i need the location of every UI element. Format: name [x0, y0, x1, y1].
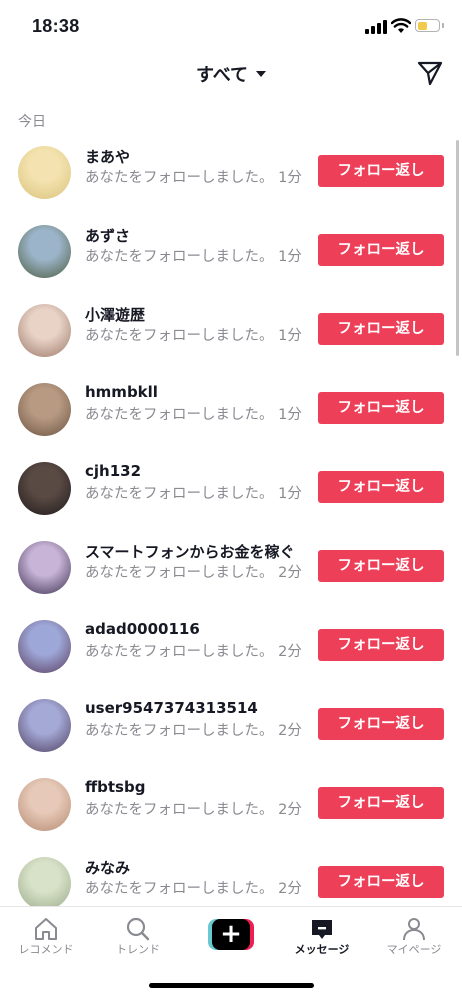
- avatar[interactable]: [18, 383, 71, 436]
- follow-back-button[interactable]: フォロー返し: [318, 708, 444, 740]
- notification-text: あなたをフォローしました。 1分: [85, 168, 303, 188]
- username[interactable]: hmmbkll: [85, 383, 158, 401]
- username[interactable]: スマートフォンからお金を稼ぐ: [85, 541, 295, 562]
- follow-back-button[interactable]: フォロー返し: [318, 787, 444, 819]
- notification-message: あなたをフォローしました。: [85, 328, 274, 344]
- home-icon: [35, 918, 57, 940]
- username[interactable]: ffbtsbg: [85, 778, 145, 796]
- follow-back-button[interactable]: フォロー返し: [318, 392, 444, 424]
- profile-icon: [403, 918, 425, 941]
- notification-time: 1分: [278, 407, 302, 423]
- follow-back-button[interactable]: フォロー返し: [318, 313, 444, 345]
- username[interactable]: adad0000116: [85, 620, 200, 638]
- notification-row[interactable]: 小澤遊歴 あなたをフォローしました。 1分 フォロー返し: [0, 295, 462, 374]
- notification-time: 2分: [278, 802, 302, 818]
- follow-back-button[interactable]: フォロー返し: [318, 155, 444, 187]
- username[interactable]: 小澤遊歴: [85, 304, 145, 325]
- tab-inbox-label: メッセージ: [294, 943, 350, 956]
- inbox-icon: [312, 920, 332, 939]
- notification-text: あなたをフォローしました。 1分: [85, 405, 303, 425]
- send-message-icon[interactable]: [417, 60, 443, 86]
- tab-home-label: レコメンド: [18, 943, 74, 956]
- follow-back-button[interactable]: フォロー返し: [318, 866, 444, 898]
- filter-dropdown[interactable]: すべて: [0, 61, 462, 87]
- notification-message: あなたをフォローしました。: [85, 407, 274, 423]
- status-time: 18:38: [32, 16, 80, 36]
- notification-row[interactable]: まあや あなたをフォローしました。 1分 フォロー返し: [0, 137, 462, 216]
- avatar[interactable]: [18, 620, 71, 673]
- scrollbar[interactable]: [456, 140, 459, 356]
- follow-back-button[interactable]: フォロー返し: [318, 629, 444, 661]
- battery-icon: [415, 19, 440, 32]
- notification-text: あなたをフォローしました。 2分: [85, 642, 303, 662]
- notification-text: あなたをフォローしました。 2分: [85, 721, 303, 741]
- notification-list: まあや あなたをフォローしました。 1分 フォロー返し あずさ あなたをフォローしました…: [0, 137, 462, 927]
- home-indicator: [149, 983, 314, 988]
- username[interactable]: user9547374313514: [85, 699, 258, 717]
- avatar[interactable]: [18, 146, 71, 199]
- battery-cap: [442, 23, 444, 28]
- notification-time: 2分: [278, 881, 302, 897]
- notification-time: 1分: [278, 249, 302, 265]
- tab-discover-label: トレンド: [116, 943, 160, 956]
- avatar[interactable]: [18, 225, 71, 278]
- avatar[interactable]: [18, 699, 71, 752]
- notification-text: あなたをフォローしました。 1分: [85, 326, 303, 346]
- username[interactable]: cjh132: [85, 462, 141, 480]
- caret-down-icon: [256, 71, 267, 77]
- username[interactable]: みなみ: [85, 857, 130, 878]
- username[interactable]: あずさ: [85, 225, 130, 246]
- header: すべて: [0, 56, 462, 96]
- notification-time: 2分: [278, 644, 302, 660]
- notification-row[interactable]: user9547374313514 あなたをフォローしました。 2分 フォロー返し: [0, 690, 462, 769]
- notification-message: あなたをフォローしました。: [85, 644, 274, 660]
- notification-message: あなたをフォローしました。: [85, 170, 274, 186]
- follow-back-button[interactable]: フォロー返し: [318, 550, 444, 582]
- header-title: すべて: [195, 65, 249, 86]
- username[interactable]: まあや: [85, 146, 130, 167]
- follow-back-button[interactable]: フォロー返し: [318, 471, 444, 503]
- plus-icon: +: [212, 919, 250, 950]
- cellular-signal-icon: [365, 20, 387, 34]
- notification-row[interactable]: hmmbkll あなたをフォローしました。 1分 フォロー返し: [0, 374, 462, 453]
- avatar[interactable]: [18, 304, 71, 357]
- notification-time: 1分: [278, 486, 302, 502]
- section-label: 今日: [18, 114, 46, 130]
- notification-text: あなたをフォローしました。 1分: [85, 247, 303, 267]
- avatar[interactable]: [18, 541, 71, 594]
- notification-message: あなたをフォローしました。: [85, 565, 274, 581]
- notification-row[interactable]: あずさ あなたをフォローしました。 1分 フォロー返し: [0, 216, 462, 295]
- notification-message: あなたをフォローしました。: [85, 486, 274, 502]
- notification-text: あなたをフォローしました。 2分: [85, 563, 303, 583]
- avatar[interactable]: [18, 778, 71, 831]
- search-icon: [126, 917, 150, 941]
- notification-time: 1分: [278, 328, 302, 344]
- notification-text: あなたをフォローしました。 1分: [85, 484, 303, 504]
- wifi-icon: [391, 18, 411, 33]
- create-video-button[interactable]: +: [208, 919, 254, 950]
- avatar[interactable]: [18, 857, 71, 910]
- notification-row[interactable]: adad0000116 あなたをフォローしました。 2分 フォロー返し: [0, 611, 462, 690]
- notification-time: 2分: [278, 723, 302, 739]
- tab-profile-label: マイページ: [386, 943, 442, 956]
- notification-message: あなたをフォローしました。: [85, 881, 274, 897]
- notification-time: 1分: [278, 170, 302, 186]
- notification-message: あなたをフォローしました。: [85, 723, 274, 739]
- notification-text: あなたをフォローしました。 2分: [85, 800, 303, 820]
- notification-text: あなたをフォローしました。 2分: [85, 879, 303, 899]
- status-bar: 18:38: [0, 0, 462, 56]
- notification-time: 2分: [278, 565, 302, 581]
- notification-row[interactable]: ffbtsbg あなたをフォローしました。 2分 フォロー返し: [0, 769, 462, 848]
- notification-message: あなたをフォローしました。: [85, 802, 274, 818]
- notification-row[interactable]: cjh132 あなたをフォローしました。 1分 フォロー返し: [0, 453, 462, 532]
- notification-message: あなたをフォローしました。: [85, 249, 274, 265]
- avatar[interactable]: [18, 462, 71, 515]
- follow-back-button[interactable]: フォロー返し: [318, 234, 444, 266]
- notification-row[interactable]: スマートフォンからお金を稼ぐ あなたをフォローしました。 2分 フォロー返し: [0, 532, 462, 611]
